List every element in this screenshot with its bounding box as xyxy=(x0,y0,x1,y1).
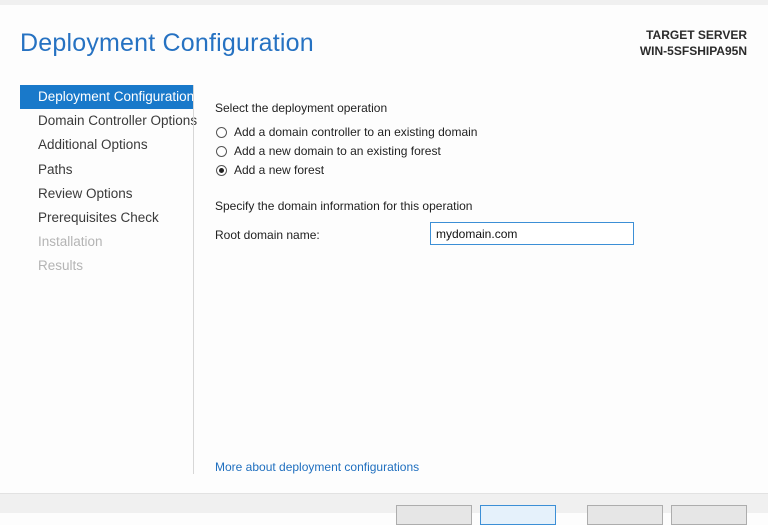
radio-add-new-forest[interactable]: Add a new forest xyxy=(216,162,324,178)
operation-heading: Select the deployment operation xyxy=(215,101,388,115)
previous-button[interactable] xyxy=(396,505,472,525)
radio-button-icon[interactable] xyxy=(216,164,227,176)
radio-label: Add a new domain to an existing forest xyxy=(234,144,441,158)
radio-label: Add a domain controller to an existing d… xyxy=(234,125,478,139)
nav-item-installation: Installation xyxy=(38,234,103,250)
install-button[interactable] xyxy=(587,505,663,525)
window-top-edge xyxy=(0,0,768,5)
nav-item-deployment-configuration[interactable]: Deployment Configuration xyxy=(20,85,194,110)
cancel-button[interactable] xyxy=(671,505,747,525)
root-domain-input[interactable] xyxy=(430,222,634,245)
target-server-name: WIN-5SFSHIPA95N xyxy=(639,44,747,58)
nav-item-additional-options[interactable]: Additional Options xyxy=(20,133,193,157)
nav-item-domain-controller-options[interactable]: Domain Controller Options xyxy=(20,109,197,133)
radio-button-icon[interactable] xyxy=(216,126,227,138)
radio-button-icon[interactable] xyxy=(216,145,227,157)
nav-item-review-options[interactable]: Review Options xyxy=(20,182,193,206)
wizard-nav: Deployment Configuration Domain Controll… xyxy=(20,85,197,279)
radio-label: Add a new forest xyxy=(234,163,325,177)
nav-item-prerequisites-check[interactable]: Prerequisites Check xyxy=(20,206,193,230)
next-button[interactable] xyxy=(480,505,556,525)
radio-add-domain-existing-forest[interactable]: Add a new domain to an existing forest xyxy=(216,143,441,159)
domain-info-heading: Specify the domain information for this … xyxy=(215,199,473,213)
page-title: Deployment Configuration xyxy=(20,29,314,57)
root-domain-label: Root domain name: xyxy=(215,228,320,242)
radio-add-dc-existing-domain[interactable]: Add a domain controller to an existing d… xyxy=(216,124,477,140)
nav-divider xyxy=(193,85,194,474)
target-server-label: TARGET SERVER xyxy=(646,28,747,42)
nav-item-paths[interactable]: Paths xyxy=(20,158,193,182)
more-about-deployment-link[interactable]: More about deployment configurations xyxy=(215,460,419,474)
nav-item-results: Results xyxy=(38,258,84,274)
